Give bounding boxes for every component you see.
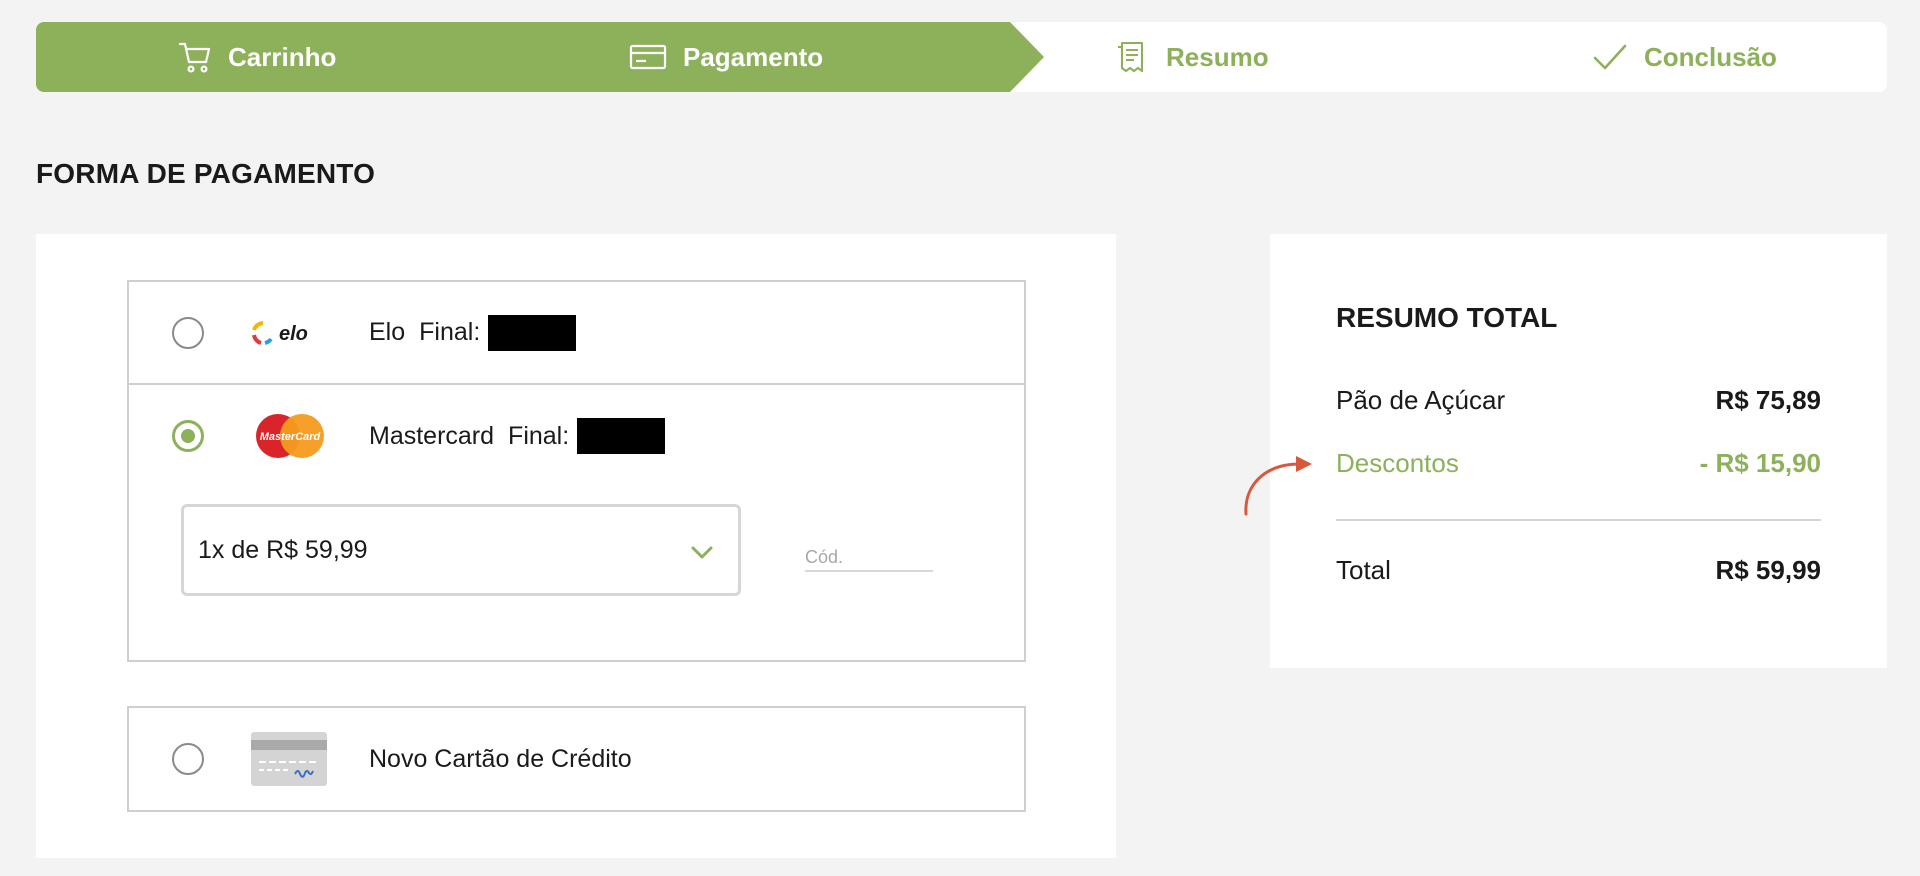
check-icon (1592, 42, 1628, 72)
card-label-elo: Elo Final: (369, 314, 577, 351)
chevron-down-icon (690, 539, 714, 568)
summary-label: Pão de Açúcar (1336, 385, 1506, 415)
payment-panel: elo Elo Final: MasterCard Mastercard Fin… (36, 234, 1116, 858)
installments-value: 1x de R$ 59,99 (198, 535, 368, 564)
card-brand-name: Elo (369, 318, 406, 346)
generic-card-icon (251, 732, 327, 786)
summary-row-discount: Descontos - R$ 15,90 (1336, 448, 1821, 479)
installments-select[interactable]: 1x de R$ 59,99 (181, 504, 741, 596)
security-code-input[interactable]: Cód. (805, 540, 933, 572)
security-code-placeholder: Cód. (805, 547, 844, 567)
step-pagamento[interactable]: Pagamento (629, 22, 823, 92)
step-label: Carrinho (228, 41, 337, 72)
mastercard-logo: MasterCard (251, 412, 329, 460)
total-label: Total (1336, 555, 1391, 585)
redacted-card-number (577, 418, 666, 454)
summary-row-subtotal: Pão de Açúcar R$ 75,89 (1336, 385, 1821, 416)
annotation-arrow-icon (1240, 450, 1320, 525)
card-option-mastercard[interactable]: MasterCard Mastercard Final: (129, 386, 1024, 486)
radio-new-card[interactable] (172, 743, 204, 775)
summary-divider (1336, 519, 1821, 521)
card-label-mastercard: Mastercard Final: (369, 418, 666, 454)
card-final-label: Final: (508, 421, 570, 450)
cart-icon (178, 40, 212, 74)
step-conclusao[interactable]: Conclusão (1592, 22, 1777, 92)
step-label: Resumo (1166, 41, 1269, 72)
redacted-card-number (488, 314, 577, 351)
receipt-icon (1114, 39, 1150, 75)
summary-row-total: Total R$ 59,99 (1336, 555, 1821, 586)
credit-card-icon (629, 43, 667, 71)
elo-logo: elo (251, 318, 327, 348)
summary-title: RESUMO TOTAL (1336, 302, 1558, 333)
radio-mastercard[interactable] (172, 420, 204, 452)
summary-amount: - R$ 15,90 (1699, 448, 1821, 478)
svg-text:MasterCard: MasterCard (260, 431, 321, 443)
step-label: Pagamento (683, 41, 824, 72)
radio-elo[interactable] (172, 316, 204, 349)
step-carrinho[interactable]: Carrinho (178, 22, 336, 92)
card-brand-name: Mastercard (369, 421, 495, 450)
summary-amount: R$ 75,89 (1715, 385, 1821, 415)
step-resumo[interactable]: Resumo (1114, 22, 1269, 92)
order-summary: RESUMO TOTAL Pão de Açúcar R$ 75,89 Desc… (1270, 234, 1887, 668)
card-final-label: Final: (419, 318, 481, 346)
section-title: FORMA DE PAGAMENTO (36, 158, 376, 189)
saved-cards-group: elo Elo Final: MasterCard Mastercard Fin… (127, 280, 1026, 662)
svg-text:elo: elo (279, 323, 308, 345)
checkout-stepper: Carrinho Pagamento Resumo Conclusão (36, 22, 1887, 92)
card-option-new[interactable]: Novo Cartão de Crédito (127, 706, 1026, 812)
step-label: Conclusão (1644, 41, 1777, 72)
summary-label: Descontos (1336, 448, 1459, 478)
card-option-elo[interactable]: elo Elo Final: (129, 282, 1024, 385)
new-card-label: Novo Cartão de Crédito (369, 744, 632, 773)
total-amount: R$ 59,99 (1715, 555, 1821, 585)
